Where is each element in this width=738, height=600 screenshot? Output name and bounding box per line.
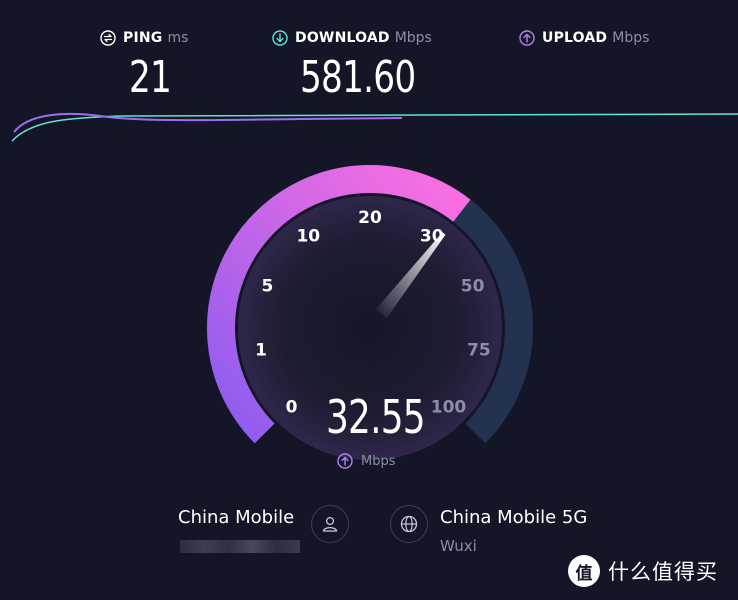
upload-unit: Mbps bbox=[612, 30, 650, 46]
watermark-logo: 值 什么值得买 bbox=[568, 555, 718, 587]
redacted-ip-address bbox=[180, 540, 300, 553]
upload-history-line bbox=[13, 112, 403, 133]
speedtest-screen: PING ms 21 DOWNLOAD Mbps 581.60 UPLOAD M… bbox=[0, 0, 738, 600]
download-label: DOWNLOAD bbox=[295, 30, 390, 46]
gauge-unit: Mbps bbox=[337, 453, 396, 469]
download-stat: DOWNLOAD Mbps 581.60 bbox=[272, 30, 432, 103]
download-unit: Mbps bbox=[394, 30, 432, 46]
gauge-scale-label: 50 bbox=[461, 277, 485, 297]
globe-icon bbox=[400, 515, 418, 533]
upload-arrow-icon bbox=[519, 30, 535, 46]
watermark-badge: 值 bbox=[568, 555, 600, 587]
upload-label: UPLOAD bbox=[542, 30, 608, 46]
ping-stat: PING ms 21 bbox=[100, 30, 189, 103]
ping-icon bbox=[100, 30, 116, 46]
upload-stat: UPLOAD Mbps bbox=[519, 30, 649, 46]
user-icon bbox=[322, 516, 338, 532]
client-isp: China Mobile bbox=[178, 507, 295, 528]
gauge-unit-label: Mbps bbox=[361, 453, 396, 469]
ping-unit: ms bbox=[167, 30, 189, 46]
user-icon-button[interactable] bbox=[311, 505, 349, 543]
server-location: Wuxi bbox=[440, 537, 477, 555]
server-name: China Mobile 5G bbox=[440, 507, 588, 528]
ping-label: PING bbox=[123, 30, 163, 46]
gauge-scale-label: 5 bbox=[261, 277, 273, 297]
watermark-text: 什么值得买 bbox=[608, 560, 718, 584]
gauge-speed-value: 32.55 bbox=[326, 390, 426, 444]
download-value: 581.60 bbox=[300, 52, 416, 103]
gauge-scale-label: 75 bbox=[467, 341, 491, 361]
gauge-scale-label: 10 bbox=[296, 227, 320, 247]
ping-value: 21 bbox=[129, 52, 172, 103]
gauge-scale-label: 0 bbox=[286, 398, 298, 418]
change-server-button[interactable] bbox=[390, 505, 428, 543]
gauge-scale-label: 100 bbox=[431, 398, 467, 418]
gauge-scale-label: 20 bbox=[358, 208, 382, 228]
speed-history-graph bbox=[11, 112, 738, 142]
gauge-scale-label: 1 bbox=[255, 341, 267, 361]
download-arrow-icon bbox=[272, 30, 288, 46]
upload-arrow-icon bbox=[337, 453, 353, 469]
